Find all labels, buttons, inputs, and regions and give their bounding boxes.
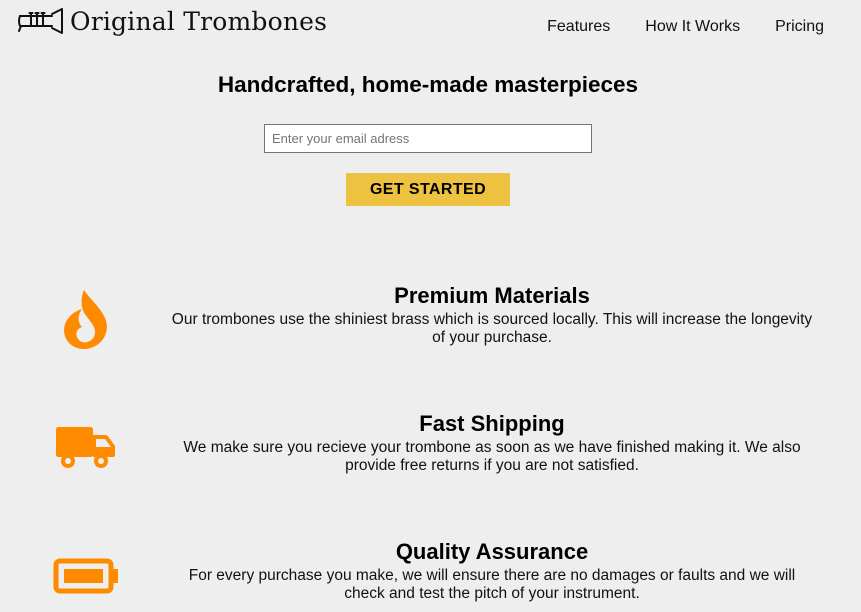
hero-title: Handcrafted, home-made masterpieces [217, 72, 639, 97]
feature-title: Quality Assurance [395, 539, 589, 564]
feature-description: Our trombones use the shiniest brass whi… [171, 311, 813, 346]
feature-description: For every purchase you make, we will ens… [188, 567, 796, 602]
main-nav: Features How It Works Pricing [547, 18, 824, 36]
brand-logo[interactable]: Original Trombones [18, 6, 327, 36]
nav-link-how-it-works[interactable]: How It Works [645, 18, 740, 36]
truck-icon [56, 427, 115, 468]
nav-link-pricing[interactable]: Pricing [775, 18, 824, 36]
nav-link-features[interactable]: Features [547, 18, 610, 36]
feature-body: Quality Assurance For every purchase you… [170, 539, 814, 603]
feature-title: Fast Shipping [419, 411, 565, 436]
get-started-button[interactable]: GET STARTED [346, 173, 510, 206]
brand-name: Original Trombones [70, 6, 328, 36]
site-header: Original Trombones Features How It Works… [0, 0, 861, 50]
feature-body: Premium Materials Our trombones use the … [170, 283, 814, 347]
feature-description: We make sure you recieve your trombone a… [183, 439, 801, 474]
email-input[interactable] [264, 124, 592, 153]
fire-icon [64, 290, 107, 350]
trombone-icon [18, 8, 63, 34]
feature-body: Fast Shipping We make sure you recieve y… [170, 411, 814, 475]
battery-icon [53, 558, 118, 594]
feature-title: Premium Materials [394, 283, 590, 308]
